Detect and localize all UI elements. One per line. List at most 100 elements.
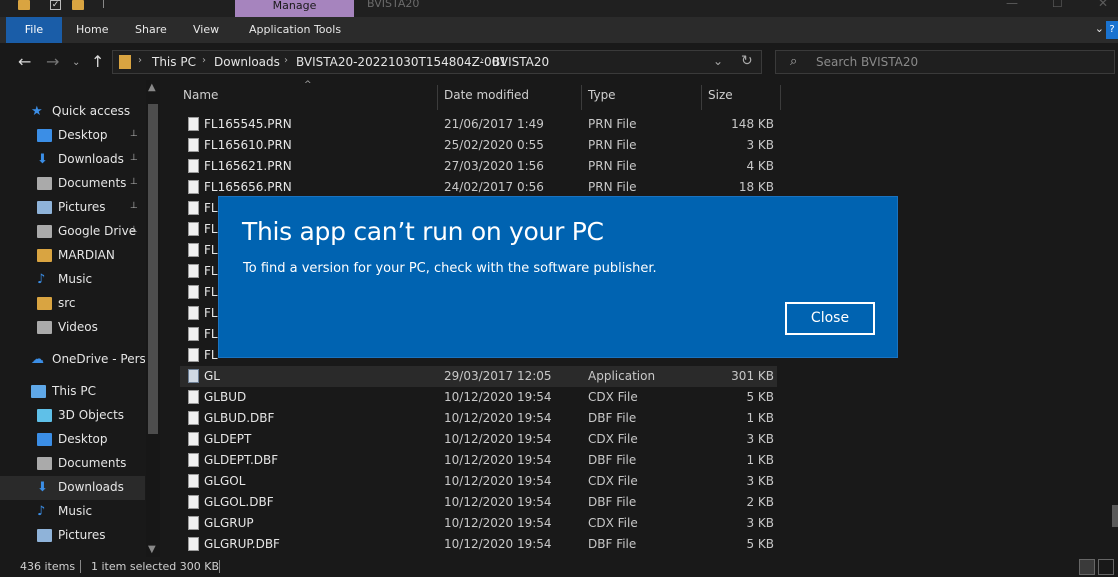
new-folder-icon[interactable] xyxy=(72,0,84,10)
expand-ribbon-icon[interactable]: ⌄ xyxy=(1095,22,1104,35)
sidebar-item-desktop[interactable]: Desktop ⊥ xyxy=(0,124,145,148)
sidebar-item-documents[interactable]: Documents ⊥ xyxy=(0,172,145,196)
file-row[interactable]: GLGRUP 10/12/2020 19:54 CDX File 3 KB xyxy=(180,513,777,534)
sidebar-item-google-drive[interactable]: Google Drive ⊥ xyxy=(0,220,145,244)
sidebar-item-pictures[interactable]: Pictures ⊥ xyxy=(0,196,145,220)
file-type: DBF File xyxy=(588,453,637,467)
folder-icon xyxy=(119,55,131,69)
breadcrumb-separator[interactable]: › xyxy=(202,55,206,66)
maximize-button[interactable]: ☐ xyxy=(1052,0,1063,10)
file-icon xyxy=(188,537,199,551)
nav-scrollbar[interactable]: ▲ ▼ xyxy=(146,80,160,557)
sidebar-item-music[interactable]: ♪ Music xyxy=(0,268,145,292)
tab-share[interactable]: Share xyxy=(135,17,167,43)
application-icon xyxy=(188,369,199,383)
up-button[interactable]: ↑ xyxy=(91,52,104,71)
file-row[interactable]: GLDEPT.DBF 10/12/2020 19:54 DBF File 1 KB xyxy=(180,450,777,471)
file-row[interactable]: GLBUD.DBF 10/12/2020 19:54 DBF File 1 KB xyxy=(180,408,777,429)
help-icon[interactable]: ? xyxy=(1106,21,1118,39)
file-icon xyxy=(188,201,199,215)
column-header-type[interactable]: Type xyxy=(588,88,616,102)
file-row[interactable]: GLDEPT 10/12/2020 19:54 CDX File 3 KB xyxy=(180,429,777,450)
file-row[interactable]: FL165621.PRN 27/03/2020 1:56 PRN File 4 KB xyxy=(180,156,777,177)
status-bar: 436 items 1 item selected 300 KB xyxy=(0,557,1118,577)
file-date: 27/03/2020 1:56 xyxy=(444,159,544,173)
refresh-icon[interactable]: ↻ xyxy=(741,53,753,69)
forward-button[interactable]: → xyxy=(46,52,59,71)
properties-icon[interactable]: ✓ xyxy=(50,0,61,10)
address-dropdown-icon[interactable]: ⌄ xyxy=(713,54,723,68)
file-row[interactable]: GLGRUP.DBF 10/12/2020 19:54 DBF File 5 KB xyxy=(180,534,777,555)
search-input[interactable]: Search BVISTA20 xyxy=(816,55,918,69)
sidebar-item-src[interactable]: src xyxy=(0,292,145,316)
file-row[interactable]: GL 29/03/2017 12:05 Application 301 KB xyxy=(180,366,777,387)
breadcrumb-bvista20[interactable]: BVISTA20 xyxy=(492,55,549,69)
file-icon xyxy=(188,138,199,152)
details-view-button[interactable] xyxy=(1079,559,1095,575)
sidebar-item-downloads[interactable]: ⬇ Downloads xyxy=(0,476,145,500)
breadcrumb-this-pc[interactable]: This PC xyxy=(152,55,196,69)
column-header-size[interactable]: Size xyxy=(708,88,733,102)
list-scrollbar-thumb[interactable] xyxy=(1112,505,1118,527)
sort-ascending-icon: ^ xyxy=(304,80,312,90)
file-date: 25/02/2020 0:55 xyxy=(444,138,544,152)
sidebar-item-label: MARDIAN xyxy=(58,248,115,262)
sidebar-item-3d-objects[interactable]: 3D Objects xyxy=(0,404,145,428)
file-name: GLDEPT xyxy=(204,432,252,446)
scroll-down-icon[interactable]: ▼ xyxy=(148,544,156,555)
file-row[interactable]: FL165610.PRN 25/02/2020 0:55 PRN File 3 KB xyxy=(180,135,777,156)
sidebar-item-documents[interactable]: Documents xyxy=(0,452,145,476)
tab-view[interactable]: View xyxy=(193,17,219,43)
close-window-button[interactable]: ✕ xyxy=(1098,0,1108,10)
file-row[interactable]: GLGOL.DBF 10/12/2020 19:54 DBF File 2 KB xyxy=(180,492,777,513)
sidebar-item-onedrive[interactable]: ☁ OneDrive - Person xyxy=(0,348,145,372)
navigation-pane: ★ Quick access Desktop ⊥ ⬇ Downloads ⊥ Document… xyxy=(0,80,160,557)
breadcrumb-downloads[interactable]: Downloads xyxy=(214,55,280,69)
column-header-date[interactable]: Date modified xyxy=(444,88,529,102)
column-header-name[interactable]: Name xyxy=(183,88,218,102)
nav-scrollbar-thumb[interactable] xyxy=(148,104,158,434)
recent-locations-icon[interactable]: ⌄ xyxy=(72,57,80,68)
address-bar[interactable]: › This PC › Downloads › BVISTA20-2022103… xyxy=(112,50,762,74)
column-divider[interactable] xyxy=(701,85,702,110)
title-bar: ✓ Manage BVISTA20 — ☐ ✕ xyxy=(0,0,1118,17)
tab-home[interactable]: Home xyxy=(76,17,108,43)
back-button[interactable]: ← xyxy=(18,52,31,71)
error-dialog: This app can’t run on your PC To find a … xyxy=(218,196,898,358)
breadcrumb-archive-folder[interactable]: BVISTA20-20221030T154804Z-001 xyxy=(296,55,507,69)
tab-file[interactable]: File xyxy=(6,17,62,43)
dialog-close-button[interactable]: Close xyxy=(785,302,875,335)
file-icon xyxy=(188,285,199,299)
file-date: 24/02/2017 0:56 xyxy=(444,180,544,194)
file-row[interactable]: GLGOL 10/12/2020 19:54 CDX File 3 KB xyxy=(180,471,777,492)
column-divider[interactable] xyxy=(437,85,438,110)
sidebar-item-downloads[interactable]: ⬇ Downloads ⊥ xyxy=(0,148,145,172)
file-type: PRN File xyxy=(588,138,637,152)
column-divider[interactable] xyxy=(780,85,781,110)
sidebar-item-music[interactable]: ♪ Music xyxy=(0,500,145,524)
column-divider[interactable] xyxy=(581,85,582,110)
search-box[interactable]: ⌕ Search BVISTA20 xyxy=(775,50,1115,74)
breadcrumb-separator[interactable]: › xyxy=(480,55,484,66)
sidebar-item-this-pc[interactable]: This PC xyxy=(0,380,145,404)
dialog-message: To find a version for your PC, check wit… xyxy=(243,261,657,276)
sidebar-item-videos[interactable]: Videos xyxy=(0,316,145,340)
file-row[interactable]: FL165545.PRN 21/06/2017 1:49 PRN File 148 K… xyxy=(180,114,777,135)
scroll-up-icon[interactable]: ▲ xyxy=(148,82,156,93)
sidebar-item-label: Pictures xyxy=(58,528,106,542)
breadcrumb-separator[interactable]: › xyxy=(138,55,142,66)
sidebar-item-quick-access[interactable]: ★ Quick access xyxy=(0,100,145,124)
sidebar-item-mardian[interactable]: MARDIAN xyxy=(0,244,145,268)
tab-application-tools[interactable]: Application Tools xyxy=(249,17,341,43)
sidebar-item-pictures[interactable]: Pictures xyxy=(0,524,145,548)
breadcrumb-separator[interactable]: › xyxy=(284,55,288,66)
file-size: 301 KB xyxy=(731,369,774,383)
minimize-button[interactable]: — xyxy=(1006,0,1018,10)
folder-icon[interactable] xyxy=(18,0,30,10)
file-row[interactable]: FL165656.PRN 24/02/2017 0:56 PRN File 18 KB xyxy=(180,177,777,198)
file-name: FL xyxy=(204,201,218,215)
large-icons-view-button[interactable] xyxy=(1098,559,1114,575)
sidebar-item-desktop[interactable]: Desktop xyxy=(0,428,145,452)
tab-manage[interactable]: Manage xyxy=(235,0,354,17)
file-row[interactable]: GLBUD 10/12/2020 19:54 CDX File 5 KB xyxy=(180,387,777,408)
